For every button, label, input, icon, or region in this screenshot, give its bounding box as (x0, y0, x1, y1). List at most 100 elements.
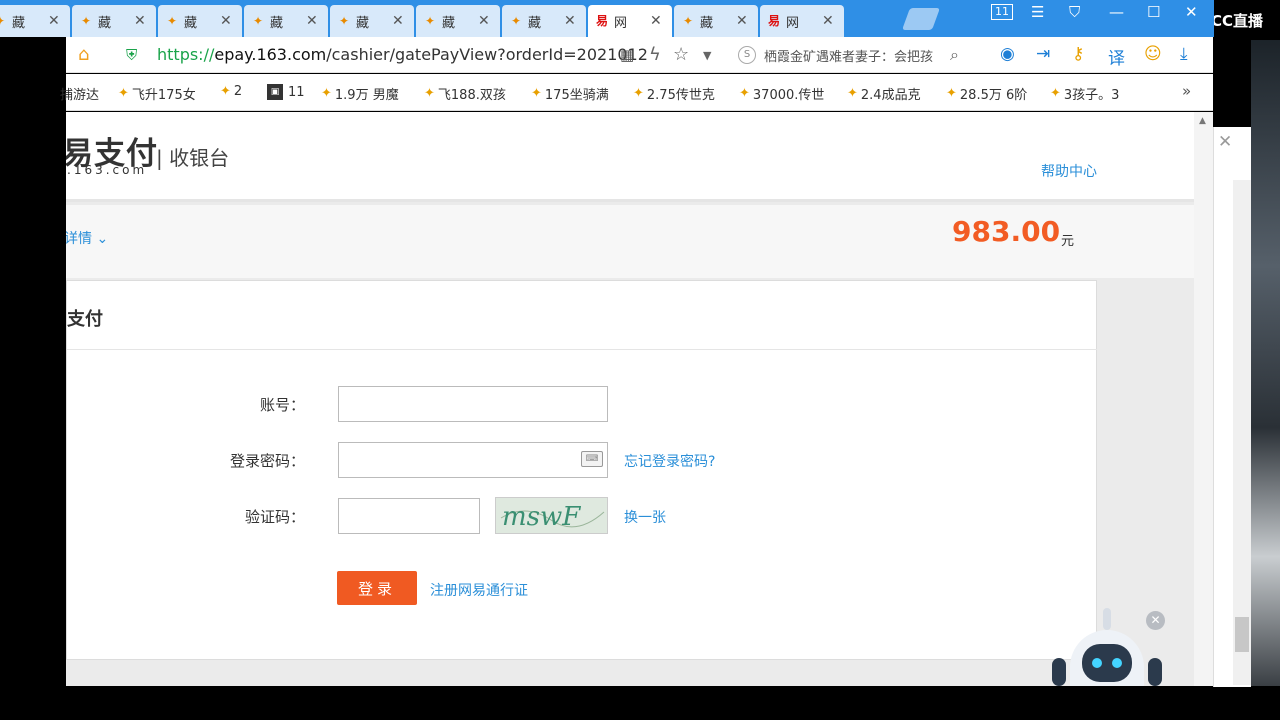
bookmark-label: 11 (288, 84, 305, 100)
tab[interactable]: ✦ 藏 ✕ (674, 5, 758, 37)
bookmark[interactable]: ✦ 1.9万 男魔 (321, 84, 399, 103)
side-panel-close-icon[interactable]: ✕ (1218, 132, 1232, 152)
tab-label: 藏 (356, 15, 370, 31)
lottery-icon: ✦ (682, 14, 694, 28)
page-scrollbar[interactable]: ▲ (1194, 112, 1213, 686)
keyboard-icon[interactable]: ⌨ (581, 451, 603, 467)
tab-active[interactable]: 易 网 ✕ (588, 5, 672, 37)
tab-close-icon[interactable]: ✕ (48, 13, 62, 29)
bookmark-label: 飞188.双孩 (437, 88, 506, 103)
bookmark[interactable]: ✦ 28.5万 6阶 (946, 84, 1027, 103)
refresh-captcha-link[interactable]: 换一张 (624, 507, 666, 527)
login-icon[interactable]: ⇥ (1036, 44, 1050, 64)
tab-close-icon[interactable]: ✕ (392, 13, 406, 29)
bookmark[interactable]: 捕游达 (60, 84, 99, 103)
panel-title: 支付 (67, 309, 103, 330)
captcha-text: mswF (502, 502, 581, 532)
password-input[interactable] (338, 442, 608, 478)
tab-label: 藏 (12, 15, 26, 31)
order-details-toggle[interactable]: 详情 ⌄ (66, 228, 108, 248)
password-label: 登录密码： (229, 452, 305, 470)
amount-unit: 元 (1061, 234, 1075, 249)
qr-code-icon[interactable]: ▦ (620, 46, 634, 64)
captcha-image[interactable]: mswF (495, 497, 608, 534)
tab[interactable]: ✦ 藏 ✕ (244, 5, 328, 37)
netease-icon: 易 (595, 14, 608, 28)
scrollbar-thumb[interactable] (1235, 617, 1249, 652)
download-icon[interactable]: ⤓ (1180, 44, 1188, 64)
scroll-up-icon[interactable]: ▲ (1199, 116, 1206, 126)
tab[interactable]: 易 网 ✕ (760, 5, 844, 37)
key-icon[interactable]: ⚷ (1072, 44, 1084, 64)
bookmark[interactable]: ✦ 飞188.双孩 (424, 84, 506, 103)
translate-icon[interactable]: 译 (1108, 44, 1125, 69)
bookmark[interactable]: ✦ 3孩子。3 (1050, 84, 1119, 103)
lottery-icon: ✦ (220, 84, 231, 99)
tab[interactable]: ✦ 藏 ✕ (502, 5, 586, 37)
login-button[interactable]: 登录 (337, 571, 417, 605)
tab-label: 藏 (442, 15, 456, 31)
minimize-icon[interactable]: — (1109, 3, 1124, 21)
bookmark[interactable]: ✦ 2.4成品克 (847, 84, 921, 103)
close-window-icon[interactable]: ✕ (1185, 3, 1198, 21)
logo-domain: .163.com (67, 163, 148, 177)
dropdown-arrow-icon[interactable]: ▼ (703, 49, 711, 62)
emoji-icon[interactable]: ☺ (1144, 44, 1162, 64)
account-input[interactable] (338, 386, 608, 422)
search-box[interactable]: S 栖霞金矿遇难者妻子：会把孩 ⌕ (738, 43, 980, 67)
skin-icon[interactable]: ⛉ (1069, 3, 1080, 21)
captcha-input[interactable] (338, 498, 480, 534)
menu-icon[interactable]: ☰ (1031, 3, 1044, 21)
tab-close-icon[interactable]: ✕ (822, 13, 836, 29)
bookmark[interactable]: ✦ 2.75传世克 (633, 84, 715, 103)
tab-close-icon[interactable]: ✕ (220, 13, 234, 29)
tab-close-icon[interactable]: ✕ (564, 13, 578, 29)
tab-label: 藏 (184, 15, 198, 31)
maximize-icon[interactable]: ☐ (1147, 3, 1160, 21)
tab[interactable]: ✦ 藏 ✕ (158, 5, 242, 37)
tab-close-icon[interactable]: ✕ (736, 13, 750, 29)
help-center-link[interactable]: 帮助中心 (1041, 161, 1097, 181)
bookmarks-more-icon[interactable]: » (1182, 82, 1191, 100)
url-field[interactable]: https://epay.163.com/cashier/gatePayView… (157, 45, 648, 64)
bookmarks-bar: 捕游达 ✦ 飞升175女 ✦ 2 ▣ 11 ✦ 1.9万 男魔 ✦ 飞188.双孩 ✦ 17… (60, 74, 1213, 111)
page-header: 易支付 .163.com | 收银台 帮助中心 (66, 112, 1194, 202)
bookmark[interactable]: ✦ 飞升175女 (118, 84, 196, 103)
tab-bar: ✦ 藏 ✕ ✦ 藏 ✕ ✦ 藏 ✕ ✦ 藏 ✕ ✦ 藏 ✕ ✦ 藏 ✕ (0, 0, 1214, 37)
robot-ear (1052, 658, 1066, 686)
home-icon[interactable]: ⌂ (78, 44, 89, 65)
forgot-password-link[interactable]: 忘记登录密码? (624, 451, 715, 471)
bookmark[interactable]: ✦ 175坐骑满 (531, 84, 609, 103)
tab[interactable]: ✦ 藏 ✕ (72, 5, 156, 37)
robot-close-icon[interactable]: ✕ (1146, 611, 1165, 630)
lightning-icon[interactable]: ϟ (649, 44, 661, 65)
tab-close-icon[interactable]: ✕ (306, 13, 320, 29)
browser-search-icon[interactable]: ◉ (1000, 44, 1015, 64)
tab-close-icon[interactable]: ✕ (650, 13, 664, 29)
lottery-icon: ✦ (847, 86, 858, 101)
bookmark-label: 28.5万 6阶 (959, 88, 1028, 103)
tab-close-icon[interactable]: ✕ (478, 13, 492, 29)
tab[interactable]: ✦ 藏 ✕ (330, 5, 414, 37)
payment-panel: 支付 账号： 登录密码： ⌨ 忘记登录密码? 验证码： mswF 换一张 登录 … (66, 280, 1097, 660)
background-photo (1251, 40, 1280, 686)
star-icon[interactable]: ☆ (673, 44, 689, 65)
new-tab-button[interactable] (901, 8, 941, 30)
tab-close-icon[interactable]: ✕ (134, 13, 148, 29)
lottery-icon: ✦ (0, 13, 8, 29)
tab-count-badge[interactable]: 11 (991, 4, 1013, 20)
register-link[interactable]: 注册网易通行证 (430, 580, 528, 600)
tab[interactable]: ✦ 藏 ✕ (0, 5, 70, 37)
search-icon[interactable]: ⌕ (950, 45, 959, 65)
details-label: 详情 (66, 231, 92, 247)
bookmark-label: 175坐骑满 (544, 88, 609, 103)
bookmark[interactable]: ▣ 11 (267, 84, 305, 100)
url-path: /cashier/gatePayView?orderId=2021012 (326, 45, 648, 64)
bookmark[interactable]: ✦ 2 (220, 84, 242, 99)
tab-label: 藏 (98, 15, 112, 31)
tab[interactable]: ✦ 藏 ✕ (416, 5, 500, 37)
order-amount: 983.00 (952, 215, 1061, 248)
side-panel-scrollbar[interactable] (1233, 180, 1251, 685)
bookmark[interactable]: ✦ 37000.传世 (739, 84, 824, 103)
url-scheme: https:// (157, 45, 215, 64)
